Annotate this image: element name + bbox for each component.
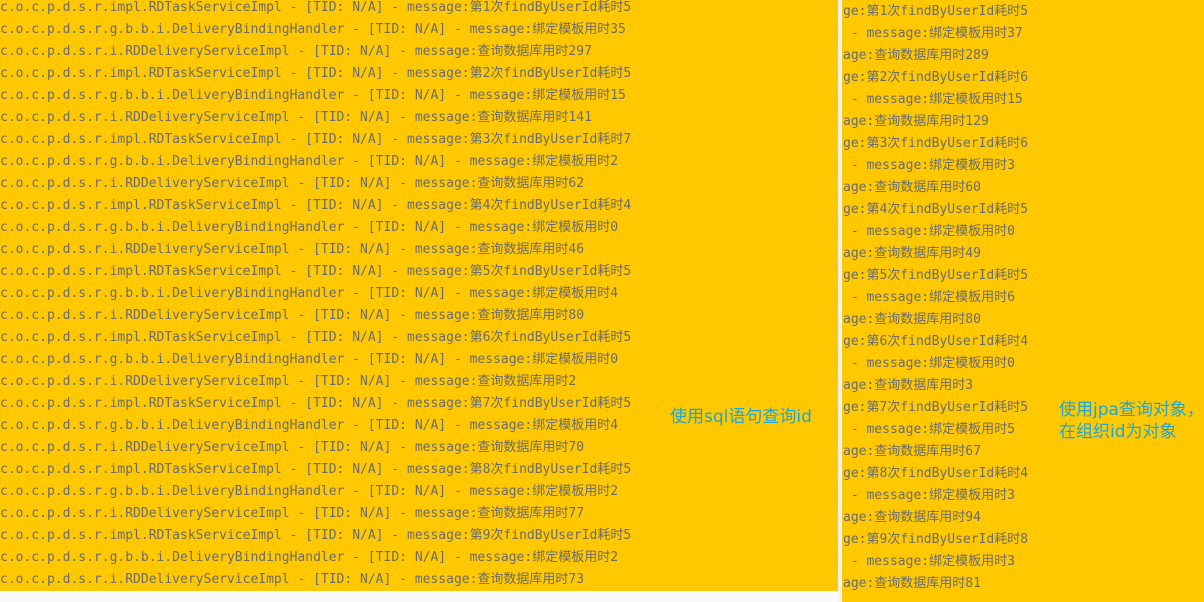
left-log-line: c.o.c.p.d.s.r.g.b.b.i.DeliveryBindingHan… — [0, 352, 619, 367]
left-log-line: c.o.c.p.d.s.r.i.RDDeliveryServiceImpl - … — [0, 308, 585, 323]
left-log-line: c.o.c.p.d.s.r.impl.RDTaskServiceImpl - [… — [0, 528, 632, 543]
left-log-line: c.o.c.p.d.s.r.i.RDDeliveryServiceImpl - … — [0, 374, 577, 389]
left-log-line: c.o.c.p.d.s.r.g.b.b.i.DeliveryBindingHan… — [0, 88, 626, 103]
right-log-line: ge:第7次findByUserId耗时5 — [843, 400, 1029, 415]
left-log-line: c.o.c.p.d.s.r.i.RDDeliveryServiceImpl - … — [0, 242, 585, 257]
right-log-line: age:查询数据库用时129 — [843, 114, 989, 129]
left-log-line: c.o.c.p.d.s.r.g.b.b.i.DeliveryBindingHan… — [0, 418, 619, 433]
left-log-line: c.o.c.p.d.s.r.impl.RDTaskServiceImpl - [… — [0, 66, 632, 81]
right-log-line: - message:绑定模板用时5 — [843, 422, 1015, 437]
right-log-line: ge:第9次findByUserId耗时8 — [843, 532, 1029, 547]
right-log-line: - message:绑定模板用时15 — [843, 92, 1023, 107]
left-log-line: c.o.c.p.d.s.r.i.RDDeliveryServiceImpl - … — [0, 506, 585, 521]
right-log-panel: ge:第1次findByUserId耗时5 - message:绑定模板用时37… — [842, 0, 1204, 602]
left-log-line: c.o.c.p.d.s.r.impl.RDTaskServiceImpl - [… — [0, 198, 632, 213]
left-log-line: c.o.c.p.d.s.r.g.b.b.i.DeliveryBindingHan… — [0, 220, 619, 235]
right-log-line: ge:第6次findByUserId耗时4 — [843, 334, 1029, 349]
right-log-line: age:查询数据库用时289 — [843, 48, 989, 63]
left-log-line: c.o.c.p.d.s.r.g.b.b.i.DeliveryBindingHan… — [0, 484, 619, 499]
right-log-line: ge:第2次findByUserId耗时6 — [843, 70, 1029, 85]
left-log-lines: c.o.c.p.d.s.r.impl.RDTaskServiceImpl - [… — [0, 0, 631, 591]
right-log-line: - message:绑定模板用时37 — [843, 26, 1023, 41]
left-log-line: c.o.c.p.d.s.r.i.RDDeliveryServiceImpl - … — [0, 572, 585, 587]
left-log-line: c.o.c.p.d.s.r.impl.RDTaskServiceImpl - [… — [0, 264, 632, 279]
right-log-line: age:查询数据库用时94 — [843, 510, 981, 525]
right-log-line: - message:绑定模板用时6 — [843, 290, 1015, 305]
left-log-line: c.o.c.p.d.s.r.g.b.b.i.DeliveryBindingHan… — [0, 154, 619, 169]
left-log-line: c.o.c.p.d.s.r.impl.RDTaskServiceImpl - [… — [0, 462, 632, 477]
right-log-lines: ge:第1次findByUserId耗时5 - message:绑定模板用时37… — [843, 1, 1028, 595]
right-log-line: - message:绑定模板用时0 — [843, 356, 1015, 371]
left-log-line: c.o.c.p.d.s.r.i.RDDeliveryServiceImpl - … — [0, 176, 585, 191]
right-log-line: ge:第4次findByUserId耗时5 — [843, 202, 1029, 217]
left-log-line: c.o.c.p.d.s.r.i.RDDeliveryServiceImpl - … — [0, 440, 585, 455]
left-log-panel: c.o.c.p.d.s.r.impl.RDTaskServiceImpl - [… — [0, 0, 838, 591]
left-log-line: c.o.c.p.d.s.r.g.b.b.i.DeliveryBindingHan… — [0, 286, 619, 301]
left-log-line: c.o.c.p.d.s.r.i.RDDeliveryServiceImpl - … — [0, 44, 592, 59]
right-log-line: age:查询数据库用时3 — [843, 378, 974, 393]
right-log-line: age:查询数据库用时67 — [843, 444, 981, 459]
left-annotation: 使用sql语句查询id — [670, 407, 812, 427]
left-log-line: c.o.c.p.d.s.r.g.b.b.i.DeliveryBindingHan… — [0, 550, 619, 565]
right-log-line: ge:第8次findByUserId耗时4 — [843, 466, 1029, 481]
right-log-line: age:查询数据库用时81 — [843, 576, 981, 591]
right-log-line: - message:绑定模板用时0 — [843, 224, 1015, 239]
right-log-line: age:查询数据库用时80 — [843, 312, 981, 327]
right-log-line: ge:第5次findByUserId耗时5 — [843, 268, 1029, 283]
left-log-line: c.o.c.p.d.s.r.impl.RDTaskServiceImpl - [… — [0, 132, 632, 147]
left-log-line: c.o.c.p.d.s.r.impl.RDTaskServiceImpl - [… — [0, 0, 632, 15]
right-log-line: - message:绑定模板用时3 — [843, 554, 1015, 569]
left-panel-bottom-strip — [0, 591, 838, 602]
left-log-line: c.o.c.p.d.s.r.impl.RDTaskServiceImpl - [… — [0, 396, 632, 411]
right-log-line: age:查询数据库用时60 — [843, 180, 981, 195]
right-log-line: - message:绑定模板用时3 — [843, 158, 1015, 173]
right-log-line: ge:第3次findByUserId耗时6 — [843, 136, 1029, 151]
right-annotation: 使用jpa查询对象， 在组织id为对象 — [1059, 400, 1204, 442]
right-log-line: age:查询数据库用时49 — [843, 246, 981, 261]
left-log-line: c.o.c.p.d.s.r.g.b.b.i.DeliveryBindingHan… — [0, 22, 626, 37]
right-log-line: ge:第1次findByUserId耗时5 — [843, 4, 1029, 19]
left-log-line: c.o.c.p.d.s.r.impl.RDTaskServiceImpl - [… — [0, 330, 632, 345]
left-log-line: c.o.c.p.d.s.r.i.RDDeliveryServiceImpl - … — [0, 110, 592, 125]
right-log-line: - message:绑定模板用时3 — [843, 488, 1015, 503]
